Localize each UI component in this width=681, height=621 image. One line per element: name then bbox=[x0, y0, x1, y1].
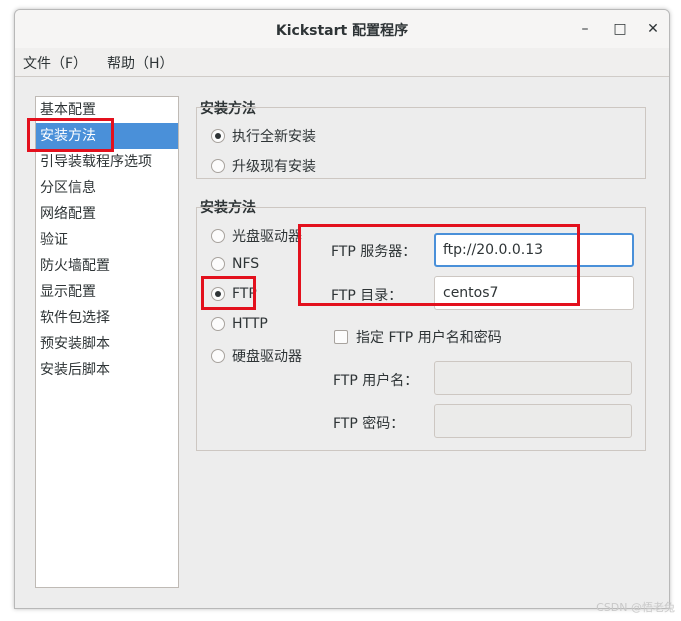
radio-harddisk-button[interactable] bbox=[211, 349, 225, 363]
radio-ftp-label: FTP bbox=[232, 286, 257, 302]
ftp-server-label: FTP 服务器： bbox=[331, 244, 417, 260]
radio-http[interactable]: HTTP bbox=[211, 316, 268, 332]
radio-harddisk-label: 硬盘驱动器 bbox=[232, 349, 302, 365]
close-icon[interactable]: ✕ bbox=[643, 19, 663, 39]
ftp-auth-checkbox-row[interactable]: 指定 FTP 用户名和密码 bbox=[334, 327, 502, 347]
sidebar-item-pre-script[interactable]: 预安装脚本 bbox=[36, 331, 178, 357]
radio-ftp-button[interactable] bbox=[211, 287, 225, 301]
radio-nfs[interactable]: NFS bbox=[211, 256, 259, 272]
minimize-icon[interactable]: – bbox=[575, 19, 595, 39]
ftp-user-label: FTP 用户名： bbox=[333, 373, 419, 389]
radio-http-button[interactable] bbox=[211, 317, 225, 331]
kickstart-window: Kickstart 配置程序 – □ ✕ 文件（F） 帮助（H） 基本配置 安装… bbox=[14, 9, 670, 609]
sidebar-item-partition[interactable]: 分区信息 bbox=[36, 175, 178, 201]
menu-bar: 文件（F） 帮助（H） bbox=[15, 48, 669, 77]
sidebar: 基本配置 安装方法 引导装载程序选项 分区信息 网络配置 验证 防火墙配置 显示… bbox=[35, 96, 179, 588]
window-title: Kickstart 配置程序 bbox=[275, 23, 409, 39]
ftp-dir-input[interactable]: centos7 bbox=[434, 276, 634, 310]
radio-cdrom-button[interactable] bbox=[211, 229, 225, 243]
sidebar-item-install-method[interactable]: 安装方法 bbox=[36, 123, 178, 149]
watermark: CSDN @悟老兔 bbox=[596, 601, 675, 614]
radio-cdrom-label: 光盘驱动器 bbox=[232, 229, 302, 245]
sidebar-item-packages[interactable]: 软件包选择 bbox=[36, 305, 178, 331]
sidebar-item-bootloader[interactable]: 引导装载程序选项 bbox=[36, 149, 178, 175]
radio-fresh-install-button[interactable] bbox=[211, 129, 225, 143]
ftp-pass-label: FTP 密码： bbox=[333, 416, 405, 432]
radio-upgrade[interactable]: 升级现有安装 bbox=[211, 156, 316, 176]
sidebar-item-basic-config[interactable]: 基本配置 bbox=[36, 97, 178, 123]
ftp-server-input[interactable]: ftp://20.0.0.13 bbox=[434, 233, 634, 267]
radio-upgrade-button[interactable] bbox=[211, 159, 225, 173]
radio-http-label: HTTP bbox=[232, 316, 268, 332]
sidebar-item-post-script[interactable]: 安装后脚本 bbox=[36, 357, 178, 383]
ftp-auth-label: 指定 FTP 用户名和密码 bbox=[356, 330, 502, 346]
radio-nfs-button[interactable] bbox=[211, 257, 225, 271]
radio-ftp[interactable]: FTP bbox=[211, 286, 257, 302]
ftp-pass-input[interactable] bbox=[434, 404, 632, 438]
radio-cdrom[interactable]: 光盘驱动器 bbox=[211, 226, 302, 246]
ftp-user-input[interactable] bbox=[434, 361, 632, 395]
ftp-auth-checkbox[interactable] bbox=[334, 330, 348, 344]
menu-file[interactable]: 文件（F） bbox=[23, 53, 87, 73]
ftp-dir-label: FTP 目录： bbox=[331, 288, 403, 304]
sidebar-item-network[interactable]: 网络配置 bbox=[36, 201, 178, 227]
radio-harddisk[interactable]: 硬盘驱动器 bbox=[211, 346, 302, 366]
radio-fresh-install[interactable]: 执行全新安装 bbox=[211, 126, 316, 146]
maximize-icon[interactable]: □ bbox=[610, 19, 630, 39]
radio-upgrade-label: 升级现有安装 bbox=[232, 159, 316, 175]
radio-nfs-label: NFS bbox=[232, 256, 260, 272]
menu-help[interactable]: 帮助（H） bbox=[107, 53, 174, 73]
sidebar-item-firewall[interactable]: 防火墙配置 bbox=[36, 253, 178, 279]
title-bar[interactable]: Kickstart 配置程序 – □ ✕ bbox=[15, 10, 669, 49]
sidebar-item-auth[interactable]: 验证 bbox=[36, 227, 178, 253]
radio-fresh-install-label: 执行全新安装 bbox=[232, 129, 316, 145]
sidebar-item-display[interactable]: 显示配置 bbox=[36, 279, 178, 305]
